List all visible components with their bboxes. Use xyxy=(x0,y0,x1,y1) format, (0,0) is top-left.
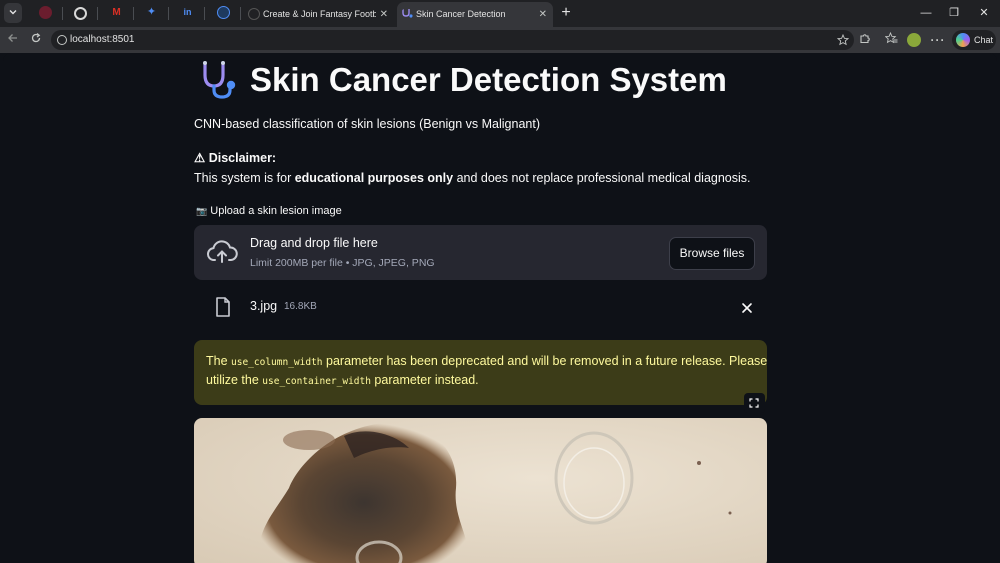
tab-search-button[interactable] xyxy=(4,3,22,23)
back-button[interactable] xyxy=(3,30,23,50)
tab-separator xyxy=(97,7,98,20)
more-dots-icon: ··· xyxy=(930,33,946,47)
arrow-left-icon xyxy=(8,34,17,42)
disclaimer-text: This system is for educational purposes … xyxy=(194,171,751,185)
disclaimer-heading-text: Disclaimer: xyxy=(208,151,277,165)
browse-files-button[interactable]: Browse files xyxy=(669,237,755,270)
fullscreen-button[interactable] xyxy=(744,393,765,413)
tab-separator xyxy=(62,7,63,20)
deprecation-warning: The use_column_width parameter has been … xyxy=(194,340,767,405)
disclaimer-text-end: and does not replace professional medica… xyxy=(453,171,751,185)
tab-separator xyxy=(240,7,241,20)
tab-fantasy-football[interactable]: Create & Join Fantasy Football Lea ✕ xyxy=(244,2,394,27)
uploader-label: 📷 Upload a skin lesion image xyxy=(196,205,342,217)
avatar-icon xyxy=(907,33,921,47)
app-page: Skin Cancer Detection System CNN-based c… xyxy=(3,53,997,563)
warning-line-2: utilize the use_container_width paramete… xyxy=(206,371,479,391)
chat-label: Chat xyxy=(974,35,994,45)
minimize-button[interactable]: — xyxy=(914,4,938,22)
puzzle-icon xyxy=(860,34,870,44)
address-toolbar: localhost:8501 ··· Chat xyxy=(0,27,1000,53)
warning-line-1: The use_column_width parameter has been … xyxy=(206,352,767,372)
tab-label: Create & Join Fantasy Football Lea xyxy=(263,9,376,19)
gmail-tab-icon[interactable]: M xyxy=(110,6,123,19)
extensions-button[interactable] xyxy=(855,30,875,50)
camera-icon: 📷 xyxy=(196,206,208,216)
warning-text: parameter has been deprecated and will b… xyxy=(322,354,768,368)
stethoscope-icon xyxy=(203,61,236,99)
url-text: localhost:8501 xyxy=(70,34,135,45)
warning-text: The xyxy=(206,354,232,368)
new-tab-button[interactable]: + xyxy=(554,4,578,22)
disclaimer-heading: ⚠ Disclaimer: xyxy=(194,150,276,165)
close-icon[interactable]: ✕ xyxy=(539,2,547,27)
file-name: 3.jpg xyxy=(250,299,278,313)
fantasy-football-favicon xyxy=(248,8,260,20)
linkedin-tab-icon[interactable]: in xyxy=(181,6,194,19)
disclaimer-emphasis: educational purposes only xyxy=(294,171,454,185)
code-use-container-width: use_container_width xyxy=(262,376,371,387)
uploader-label-text: Upload a skin lesion image xyxy=(210,205,342,217)
gemini-tab-icon[interactable]: ✦ xyxy=(145,6,158,19)
warning-text: utilize the xyxy=(206,373,263,387)
remove-file-icon[interactable] xyxy=(741,302,753,314)
tab-separator xyxy=(168,7,169,20)
uploaded-lesion-image xyxy=(194,418,767,563)
uploaded-file-row: 3.jpg 16.8KB xyxy=(194,291,767,325)
close-window-button[interactable]: ✕ xyxy=(972,4,996,22)
more-menu-button[interactable]: ··· xyxy=(928,30,948,50)
site-info-icon[interactable] xyxy=(57,35,67,45)
drop-text: Drag and drop file here xyxy=(250,236,378,250)
close-icon[interactable]: ✕ xyxy=(380,2,388,27)
restore-button[interactable]: ❐ xyxy=(942,4,966,22)
chevron-down-icon xyxy=(9,10,17,15)
tab-strip: M ✦ in Create & Join Fantasy Football Le… xyxy=(0,0,1000,27)
tab-label: Skin Cancer Detection xyxy=(416,9,506,19)
pinned-tab-1-icon[interactable] xyxy=(39,6,52,19)
file-size: 16.8KB xyxy=(284,301,317,312)
pinned-tab-6-icon[interactable] xyxy=(217,6,230,19)
code-use-column-width: use_column_width xyxy=(231,357,323,368)
copilot-chat-button[interactable]: Chat xyxy=(952,30,996,50)
limit-text: Limit 200MB per file • JPG, JPEG, PNG xyxy=(250,257,435,269)
page-title: Skin Cancer Detection System xyxy=(250,61,727,98)
expand-icon xyxy=(749,398,759,408)
favorites-button[interactable] xyxy=(881,30,901,50)
stethoscope-favicon xyxy=(402,9,413,18)
favorites-star-icon xyxy=(884,31,897,44)
tab-separator xyxy=(133,7,134,20)
reload-button[interactable] xyxy=(26,30,46,50)
profile-avatar[interactable] xyxy=(904,30,924,50)
cloud-upload-icon xyxy=(207,240,238,263)
warning-icon: ⚠ xyxy=(194,151,206,165)
file-dropzone[interactable]: Drag and drop file here Limit 200MB per … xyxy=(194,225,767,280)
file-icon xyxy=(216,297,230,317)
pinned-tab-2-icon[interactable] xyxy=(74,7,87,20)
tab-skin-cancer-detection[interactable]: Skin Cancer Detection ✕ xyxy=(397,2,553,27)
copilot-icon xyxy=(956,33,970,47)
reload-icon xyxy=(31,33,41,43)
bookmark-star-icon[interactable] xyxy=(837,34,849,46)
disclaimer-text-start: This system is for xyxy=(194,171,295,185)
tab-separator xyxy=(204,7,205,20)
warning-text: parameter instead. xyxy=(370,373,479,387)
page-subtitle: CNN-based classification of skin lesions… xyxy=(194,117,540,131)
address-bar[interactable]: localhost:8501 xyxy=(51,30,854,50)
